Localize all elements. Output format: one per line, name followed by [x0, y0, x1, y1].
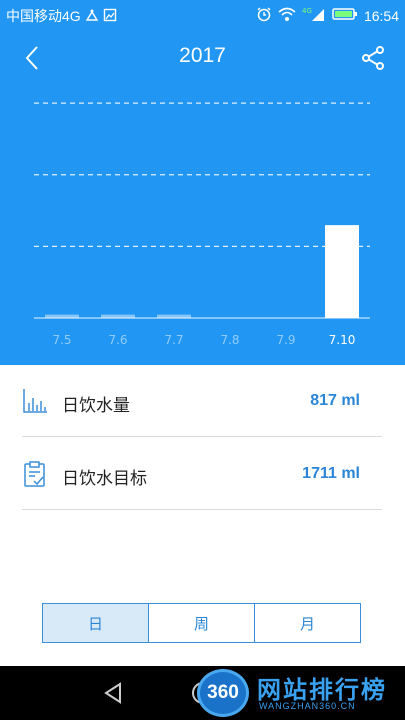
chart-bar[interactable]: [157, 314, 191, 318]
wifi-icon: [278, 6, 296, 25]
tab-day[interactable]: 日: [43, 604, 149, 642]
watermark-badge: 360: [197, 669, 249, 717]
period-tabs: 日 周 月: [42, 603, 361, 643]
bar-chart-icon: [22, 387, 48, 415]
daily-intake-label: 日饮水量: [62, 396, 130, 415]
chart-tick-label: 7.10: [329, 333, 356, 347]
chart-tick-label: 7.8: [220, 333, 239, 347]
chart-area: 2017 7.5 7.6 7.7 7.8 7.9 7.10: [0, 30, 405, 365]
status-left: 中国移动4G: [6, 6, 117, 26]
status-bar: 中国移动4G 4G 16:54: [0, 0, 405, 30]
image-icon: [103, 8, 117, 25]
clock-label: 16:54: [363, 7, 399, 24]
watermark: 360 网站排行榜 WANGZHAN360.CN: [195, 666, 405, 720]
chart-tick-label: 7.6: [108, 333, 127, 347]
water-intake-chart: 7.5 7.6 7.7 7.8 7.9 7.10: [34, 102, 370, 347]
chart-tick-label: 7.7: [164, 333, 183, 347]
battery-icon: [332, 7, 358, 24]
daily-goal-label: 日饮水目标: [62, 469, 147, 488]
carrier-label: 中国移动4G: [6, 8, 81, 24]
daily-goal-row[interactable]: 日饮水目标 1711 ml: [22, 438, 382, 510]
share-icon: [362, 46, 384, 70]
daily-intake-row: 日饮水量 817 ml: [22, 365, 382, 437]
share-button[interactable]: [355, 40, 391, 76]
nav-back-button[interactable]: [102, 681, 126, 705]
chart-tick-label: 7.5: [52, 333, 71, 347]
daily-intake-value: 817 ml: [310, 392, 360, 409]
chart-tick-label: 7.9: [276, 333, 295, 347]
alarm-icon: [256, 6, 272, 25]
header: 2017: [0, 30, 405, 86]
chart-bar[interactable]: [325, 225, 359, 318]
watermark-url: WANGZHAN360.CN: [259, 701, 356, 711]
daily-goal-value: 1711 ml: [302, 465, 360, 482]
status-right: 4G 16:54: [256, 6, 399, 25]
watermark-title: 网站排行榜: [257, 677, 387, 704]
system-nav-bar: 360 网站排行榜 WANGZHAN360.CN: [0, 666, 405, 720]
sim-icon: [85, 8, 99, 25]
chart-bar[interactable]: [45, 314, 79, 318]
page-title: 2017: [179, 44, 226, 67]
network-badge: 4G: [302, 7, 312, 15]
clipboard-check-icon: [22, 460, 48, 488]
triangle-back-icon: [104, 682, 121, 704]
tab-month[interactable]: 月: [255, 604, 360, 642]
tab-week[interactable]: 周: [149, 604, 255, 642]
chart-bar[interactable]: [101, 314, 135, 318]
signal-icon: 4G: [302, 6, 326, 25]
